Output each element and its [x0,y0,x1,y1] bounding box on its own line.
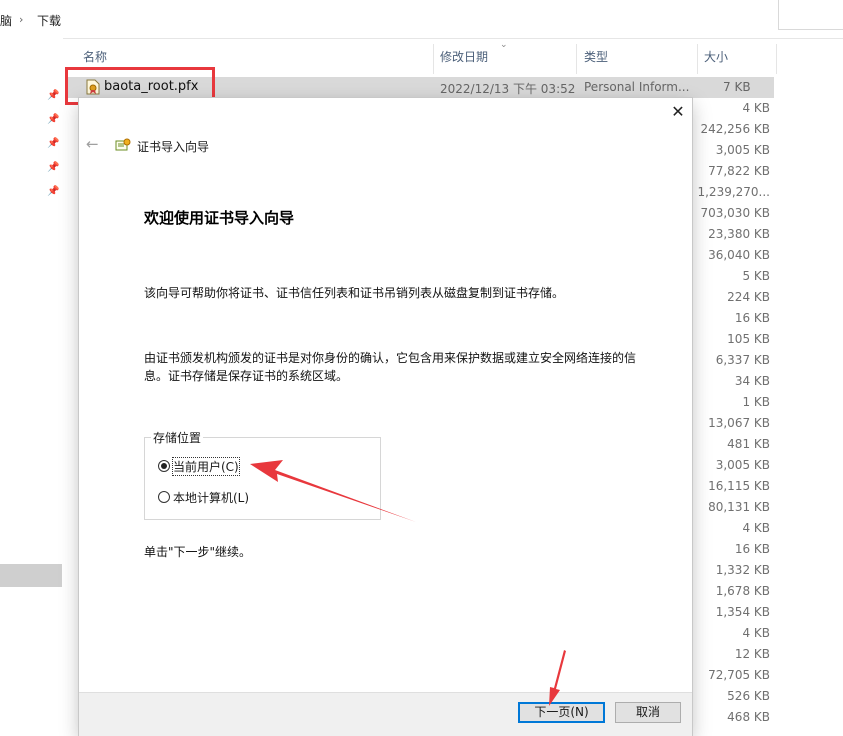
pin-icon[interactable]: 📌 [47,138,59,150]
store-location-group [144,437,381,520]
breadcrumb-separator-icon: › [19,13,24,26]
certificate-wizard-icon [115,138,131,152]
file-size-cell: 16 KB [734,311,770,325]
radio-current-user[interactable] [158,460,170,472]
page-title: 欢迎使用证书导入向导 [144,209,295,227]
file-date: 2022/12/13 下午 03:52 [440,82,576,96]
next-button[interactable]: 下一页(N) [518,702,605,723]
file-size-cell: 12 KB [734,647,770,661]
radio-local-machine-label[interactable]: 本地计算机(L) [173,489,249,506]
file-size-cell: 526 KB [727,689,770,703]
description-text: 由证书颁发机构颁发的证书是对你身份的确认，它包含用来保护数据或建立安全网络连接的… [144,351,637,383]
pin-icon[interactable]: 📌 [47,186,59,198]
file-size-cell: 1 KB [742,395,770,409]
column-header-size[interactable]: 大小 [704,40,728,74]
breadcrumb-item-pc[interactable]: 脑 [0,12,12,29]
search-input[interactable] [778,0,843,30]
pin-icon[interactable]: 📌 [47,114,59,126]
address-bar: 脑 › 下载 [0,0,843,39]
continue-hint: 单击"下一步"继续。 [144,545,252,559]
file-size-cell: 16,115 KB [708,479,770,493]
column-divider[interactable] [776,44,777,74]
file-size-cell: 1,239,270... [697,185,770,199]
file-size-cell: 4 KB [742,101,770,115]
file-size-cell: 5 KB [742,269,770,283]
file-size-cell: 3,005 KB [715,143,770,157]
file-size-cell: 77,822 KB [708,164,770,178]
file-type: Personal Inform... [584,80,690,94]
navigation-pane: 📌 📌 📌 📌 📌 [0,38,63,735]
wizard-title: 证书导入向导 [137,140,210,154]
radio-local-machine[interactable] [158,491,170,503]
file-size-cell: 1,354 KB [715,605,770,619]
file-size-cell: 105 KB [727,332,770,346]
cancel-button[interactable]: 取消 [615,702,681,723]
file-size: 7 KB [723,80,751,94]
file-size-cell: 6,337 KB [715,353,770,367]
file-size-cell: 80,131 KB [708,500,770,514]
navigation-selected-item[interactable] [0,564,62,587]
wizard-footer: 下一页(N) 取消 [79,692,692,736]
breadcrumb-item-downloads[interactable]: 下载 [37,12,61,29]
file-size-cell: 13,067 KB [708,416,770,430]
file-size-cell: 72,705 KB [708,668,770,682]
file-size-cell: 4 KB [742,626,770,640]
store-location-legend: 存储位置 [151,429,204,446]
file-size-cell: 23,380 KB [708,227,770,241]
radio-current-user-label[interactable]: 当前用户(C) [172,457,240,476]
file-size-cell: 242,256 KB [700,122,770,136]
column-divider[interactable] [433,44,434,74]
file-size-cell: 1,332 KB [715,563,770,577]
back-arrow-icon[interactable]: ← [86,135,99,153]
intro-text: 该向导可帮助你将证书、证书信任列表和证书吊销列表从磁盘复制到证书存储。 [144,286,565,300]
file-size-cell: 34 KB [734,374,770,388]
file-size-cell: 16 KB [734,542,770,556]
file-size-cell: 4 KB [742,521,770,535]
file-size-cell: 1,678 KB [715,584,770,598]
file-size-cell: 703,030 KB [700,206,770,220]
pin-icon[interactable]: 📌 [47,162,59,174]
column-divider[interactable] [576,44,577,74]
file-size-cell: 468 KB [727,710,770,724]
file-size-cell: 36,040 KB [708,248,770,262]
pin-icon[interactable]: 📌 [47,90,59,102]
column-header-date[interactable]: 修改日期 [440,40,488,74]
file-size-cell: 3,005 KB [715,458,770,472]
column-divider[interactable] [697,44,698,74]
sort-chevron-icon: ⌄ [500,40,508,50]
file-size-cell: 481 KB [727,437,770,451]
close-icon[interactable]: ✕ [668,102,688,122]
file-size-cell: 224 KB [727,290,770,304]
column-header-type[interactable]: 类型 [584,40,608,74]
certificate-import-wizard: ✕ ← 证书导入向导 欢迎使用证书导入向导 该向导可帮助你将证书、证书信任列表和… [79,98,692,736]
